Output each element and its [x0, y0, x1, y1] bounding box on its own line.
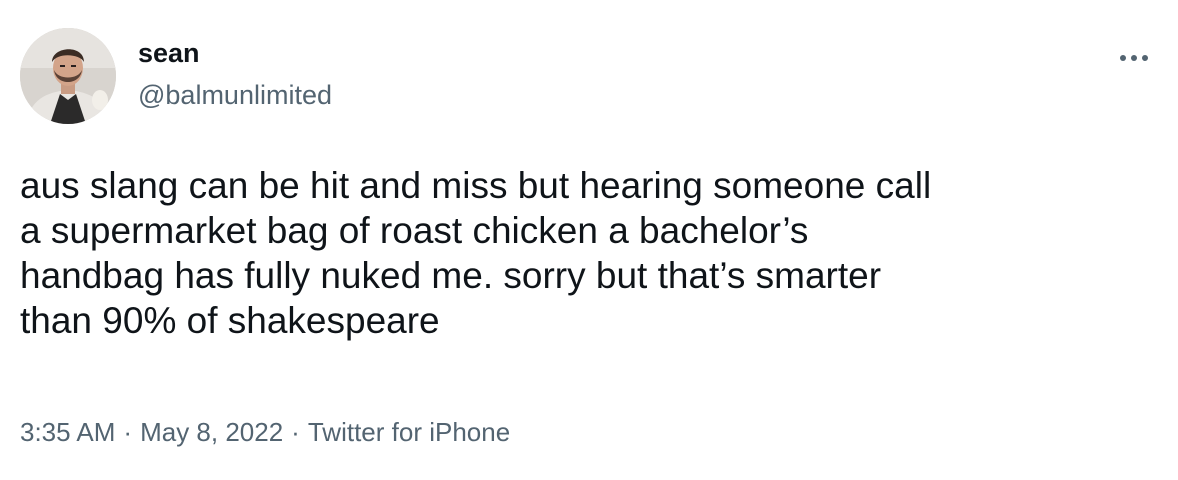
author-info: sean @balmunlimited — [138, 36, 332, 112]
more-horizontal-icon — [1120, 55, 1148, 61]
more-options-button[interactable] — [1116, 48, 1152, 68]
tweet-date[interactable]: May 8, 2022 — [140, 417, 283, 447]
meta-separator: · — [123, 417, 133, 447]
user-handle[interactable]: @balmunlimited — [138, 78, 332, 112]
tweet-text: aus slang can be hit and miss but hearin… — [20, 165, 932, 341]
tweet-metadata: 3:35 AM · May 8, 2022 · Twitter for iPhone — [20, 415, 510, 449]
meta-separator: · — [291, 417, 300, 447]
profile-photo-icon — [20, 28, 116, 124]
tweet: sean @balmunlimited aus slang can be hit… — [0, 0, 1178, 480]
tweet-time[interactable]: 3:35 AM — [20, 417, 115, 447]
avatar[interactable] — [20, 28, 116, 124]
tweet-source[interactable]: Twitter for iPhone — [308, 417, 510, 447]
display-name[interactable]: sean — [138, 36, 332, 70]
